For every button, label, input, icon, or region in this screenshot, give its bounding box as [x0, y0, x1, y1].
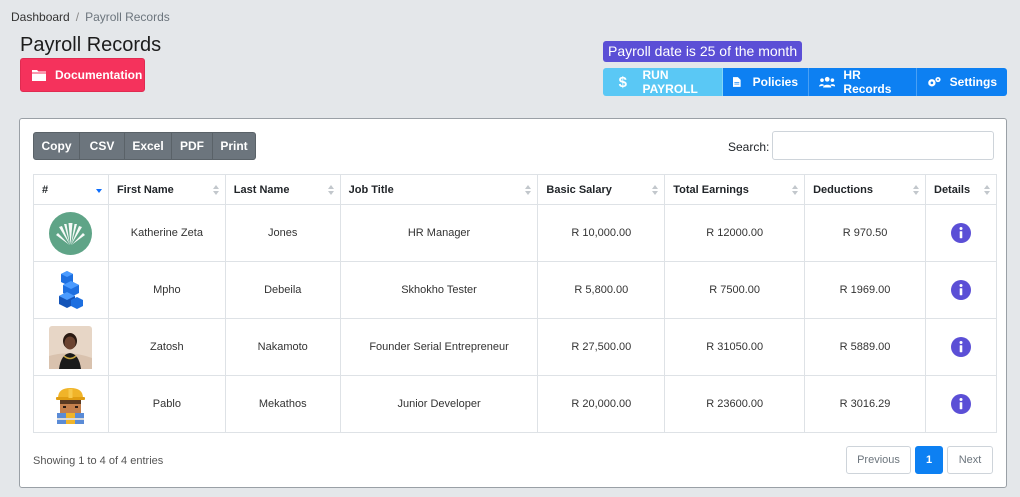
column-header-total-earnings[interactable]: Total Earnings — [664, 174, 806, 205]
search-input[interactable] — [772, 131, 994, 160]
column-header-details[interactable]: Details — [925, 174, 997, 205]
payroll-date-badge: Payroll date is 25 of the month — [603, 41, 803, 62]
first-name-cell: Zatosh — [107, 318, 226, 376]
first-name-cell: Katherine Zeta — [107, 204, 226, 262]
excel-button[interactable]: Excel — [125, 132, 172, 160]
deductions-cell: R 3016.29 — [804, 375, 926, 433]
last-name-cell: Mekathos — [224, 375, 341, 433]
breadcrumb-separator: / — [75, 10, 80, 24]
column-header-basic-salary[interactable]: Basic Salary — [537, 174, 666, 205]
run-payroll-label: RUN PAYROLL — [642, 68, 698, 96]
print-button[interactable]: Print — [213, 132, 256, 160]
settings-button[interactable]: Settings — [917, 68, 1007, 96]
avatar-cell — [33, 375, 109, 433]
run-payroll-button[interactable]: $ RUN PAYROLL — [603, 68, 723, 96]
info-icon[interactable] — [951, 223, 971, 243]
folder-icon — [32, 70, 46, 81]
last-name-cell: Jones — [224, 204, 341, 262]
file-icon — [733, 77, 741, 87]
policies-label: Policies — [752, 75, 798, 89]
page-title: Payroll Records — [20, 34, 162, 56]
last-name-cell: Debeila — [224, 261, 341, 319]
breadcrumb-current: Payroll Records — [85, 10, 170, 24]
sort-icon — [792, 185, 799, 195]
next-page-button[interactable]: Next — [947, 446, 993, 474]
basic-salary-cell: R 20,000.00 — [537, 375, 666, 433]
basic-salary-cell: R 10,000.00 — [537, 204, 666, 262]
job-title-cell: HR Manager — [339, 204, 539, 262]
sort-icon — [525, 185, 532, 195]
details-cell — [925, 318, 997, 376]
sort-desc-icon — [95, 185, 102, 195]
sort-icon — [984, 185, 990, 195]
sort-icon — [652, 185, 659, 195]
job-title-cell: Junior Developer — [339, 375, 539, 433]
column-header-first-name[interactable]: First Name — [107, 174, 226, 205]
last-name-cell: Nakamoto — [224, 318, 341, 376]
table-row: Katherine Zeta Jones HR Manager R 10,000… — [33, 204, 997, 262]
blue-blocks-avatar — [59, 270, 84, 309]
person-photo-avatar — [49, 325, 93, 369]
pdf-button[interactable]: PDF — [172, 132, 213, 160]
previous-page-button[interactable]: Previous — [846, 446, 911, 474]
column-header-last-name[interactable]: Last Name — [224, 174, 341, 205]
basic-salary-cell: R 27,500.00 — [537, 318, 666, 376]
deductions-cell: R 970.50 — [804, 204, 926, 262]
documentation-button[interactable]: Documentation — [20, 58, 145, 92]
sort-icon — [212, 185, 219, 195]
deductions-cell: R 5889.00 — [804, 318, 926, 376]
avatar-cell — [33, 261, 109, 319]
cogs-icon — [928, 76, 941, 87]
info-icon[interactable] — [951, 337, 971, 357]
dollar-icon: $ — [618, 73, 627, 91]
column-header-job-title[interactable]: Job Title — [339, 174, 539, 205]
breadcrumb: Dashboard / Payroll Records — [11, 10, 170, 24]
settings-label: Settings — [949, 75, 997, 89]
entries-info: Showing 1 to 4 of 4 entries — [33, 455, 164, 467]
table-header-row: # First Name Last Name Job Title Basic S… — [33, 174, 997, 205]
table-row: Mpho Debeila Skhokho Tester R 5,800.00 R… — [33, 261, 997, 319]
details-cell — [925, 204, 997, 262]
aloe-plant-avatar — [49, 211, 93, 255]
sort-icon — [913, 185, 919, 195]
table-row: Zatosh Nakamoto Founder Serial Entrepren… — [33, 318, 997, 376]
total-earnings-cell: R 12000.00 — [664, 204, 806, 262]
basic-salary-cell: R 5,800.00 — [537, 261, 666, 319]
total-earnings-cell: R 7500.00 — [664, 261, 806, 319]
page-1-button[interactable]: 1 — [915, 446, 943, 474]
details-cell — [925, 375, 997, 433]
first-name-cell: Pablo — [107, 375, 226, 433]
deductions-cell: R 1969.00 — [804, 261, 926, 319]
payroll-records-card: Copy CSV Excel PDF Print Search: # First… — [19, 118, 1007, 488]
job-title-cell: Founder Serial Entrepreneur — [339, 318, 539, 376]
info-icon[interactable] — [951, 394, 971, 414]
column-header-index[interactable]: # — [33, 174, 109, 205]
hr-records-label: HR Records — [843, 68, 892, 96]
first-name-cell: Mpho — [107, 261, 226, 319]
policies-button[interactable]: Policies — [723, 68, 809, 96]
avatar-cell — [33, 318, 109, 376]
sort-icon — [327, 185, 334, 195]
csv-button[interactable]: CSV — [80, 132, 125, 160]
total-earnings-cell: R 31050.00 — [664, 318, 806, 376]
payroll-action-group: $ RUN PAYROLL Policies HR Records Settin… — [603, 68, 1007, 96]
pagination: Previous 1 Next — [846, 446, 993, 474]
copy-button[interactable]: Copy — [33, 132, 80, 160]
hr-records-button[interactable]: HR Records — [809, 68, 917, 96]
job-title-cell: Skhokho Tester — [339, 261, 539, 319]
export-button-group: Copy CSV Excel PDF Print — [33, 132, 256, 160]
details-cell — [925, 261, 997, 319]
search-label: Search: — [728, 140, 770, 154]
column-header-deductions[interactable]: Deductions — [804, 174, 926, 205]
breadcrumb-home[interactable]: Dashboard — [11, 10, 70, 24]
payroll-table: # First Name Last Name Job Title Basic S… — [33, 174, 997, 433]
avatar-cell — [33, 204, 109, 262]
info-icon[interactable] — [951, 280, 971, 300]
total-earnings-cell: R 23600.00 — [664, 375, 806, 433]
table-row: Pablo Mekathos Junior Developer R 20,000… — [33, 375, 997, 433]
documentation-label: Documentation — [55, 68, 143, 82]
users-icon — [819, 76, 836, 88]
construction-worker-avatar — [56, 387, 86, 424]
